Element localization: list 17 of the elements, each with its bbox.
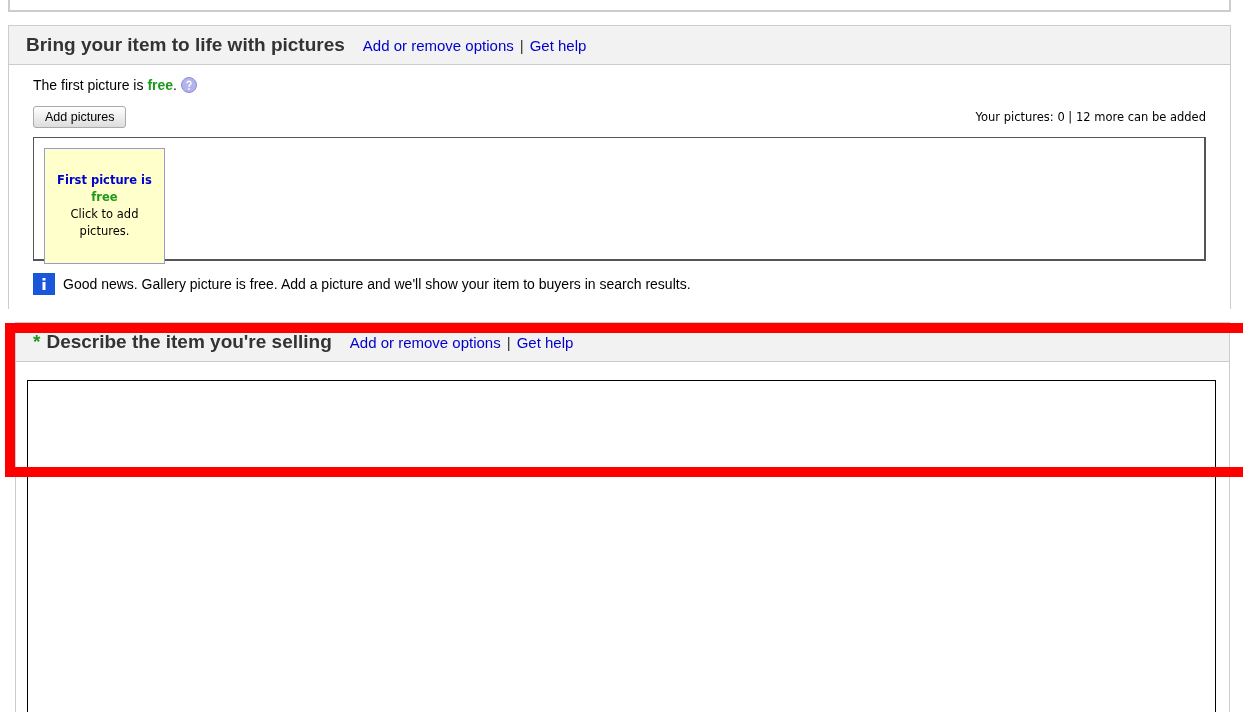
add-remove-options-link[interactable]: Add or remove options [362, 37, 514, 54]
gallery-notice: Good news. Gallery picture is free. Add a picture and we'll show your item to buyers in search results. [63, 276, 691, 292]
help-icon[interactable] [180, 77, 197, 93]
section-title: Bring your item to life with pictures [26, 34, 345, 56]
free-picture-text: The first picture is free. [33, 77, 177, 93]
add-pictures-button[interactable]: Add pictures [33, 106, 127, 128]
picture-counter: Your pictures: 0 | 12 more can be added [975, 110, 1206, 124]
add-remove-options-link[interactable]: Add or remove options [349, 334, 501, 351]
get-help-link[interactable]: Get help [516, 334, 574, 351]
required-mark: * [33, 331, 41, 353]
section-title: Describe the item you're selling [46, 331, 332, 353]
link-separator: | [519, 37, 524, 54]
link-separator: | [506, 334, 511, 351]
get-help-link[interactable]: Get help [529, 37, 587, 54]
description-field[interactable] [27, 380, 1216, 712]
info-icon [33, 273, 55, 295]
add-picture-tile[interactable]: First picture is free Click to add pictures. [44, 148, 165, 264]
